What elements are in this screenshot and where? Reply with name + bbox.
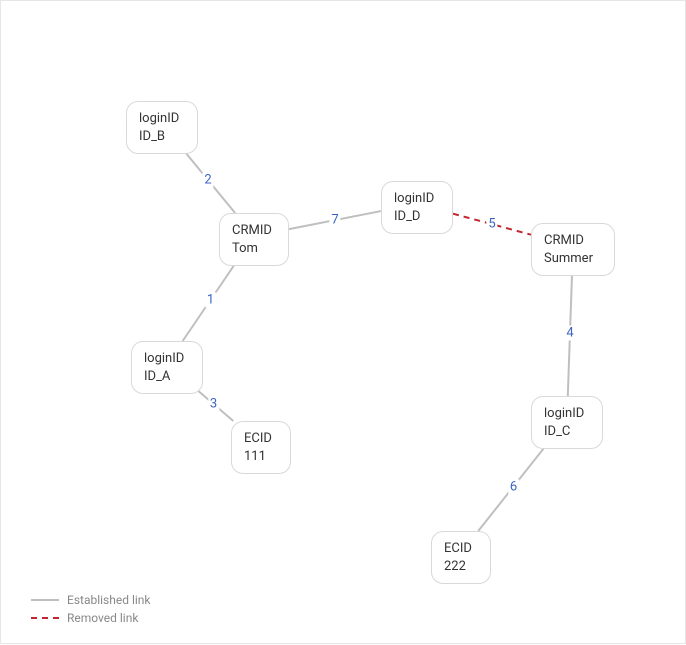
edge-label-tom-id_a: 1 [205,293,216,308]
legend: Established link Removed link [31,589,151,625]
graph-node-id_b: loginIDID_B [126,101,198,154]
node-value-label: ID_B [139,128,185,146]
node-value-label: 222 [444,558,478,576]
edge-label-id_a-ecid111: 3 [208,397,219,412]
node-value-label: ID_C [544,423,590,441]
node-type-label: loginID [544,405,590,423]
graph-node-ecid222: ECID222 [431,531,491,584]
legend-swatch-removed [31,617,59,619]
legend-label-removed: Removed link [67,611,138,625]
graph-node-tom: CRMIDTom [219,213,289,266]
node-type-label: CRMID [544,232,602,250]
node-type-label: loginID [139,110,185,128]
graph-node-summer: CRMIDSummer [531,223,615,276]
node-type-label: ECID [444,540,478,558]
node-value-label: Tom [232,240,276,258]
edge-label-id_d-summer: 5 [486,217,497,232]
legend-row-removed: Removed link [31,611,151,625]
identity-graph-canvas: loginIDID_BCRMIDTomloginIDID_DCRMIDSumme… [0,0,686,644]
node-type-label: CRMID [232,222,276,240]
legend-swatch-established [31,599,59,601]
edge-label-tom-id_d: 7 [329,213,340,228]
legend-row-established: Established link [31,593,151,607]
graph-links-layer [1,1,686,645]
edge-label-id_c-ecid222: 6 [508,479,519,494]
graph-node-id_c: loginIDID_C [531,396,603,449]
graph-node-id_a: loginIDID_A [131,341,203,394]
node-type-label: ECID [244,430,278,448]
node-value-label: 111 [244,448,278,466]
legend-label-established: Established link [67,593,151,607]
edge-label-id_b-tom: 2 [202,173,213,188]
node-type-label: loginID [144,350,190,368]
graph-node-ecid111: ECID111 [231,421,291,474]
node-value-label: ID_A [144,368,190,386]
graph-node-id_d: loginIDID_D [381,181,453,234]
edge-label-summer-id_c: 4 [564,325,575,340]
node-value-label: ID_D [394,208,440,226]
node-value-label: Summer [544,250,602,268]
node-type-label: loginID [394,190,440,208]
